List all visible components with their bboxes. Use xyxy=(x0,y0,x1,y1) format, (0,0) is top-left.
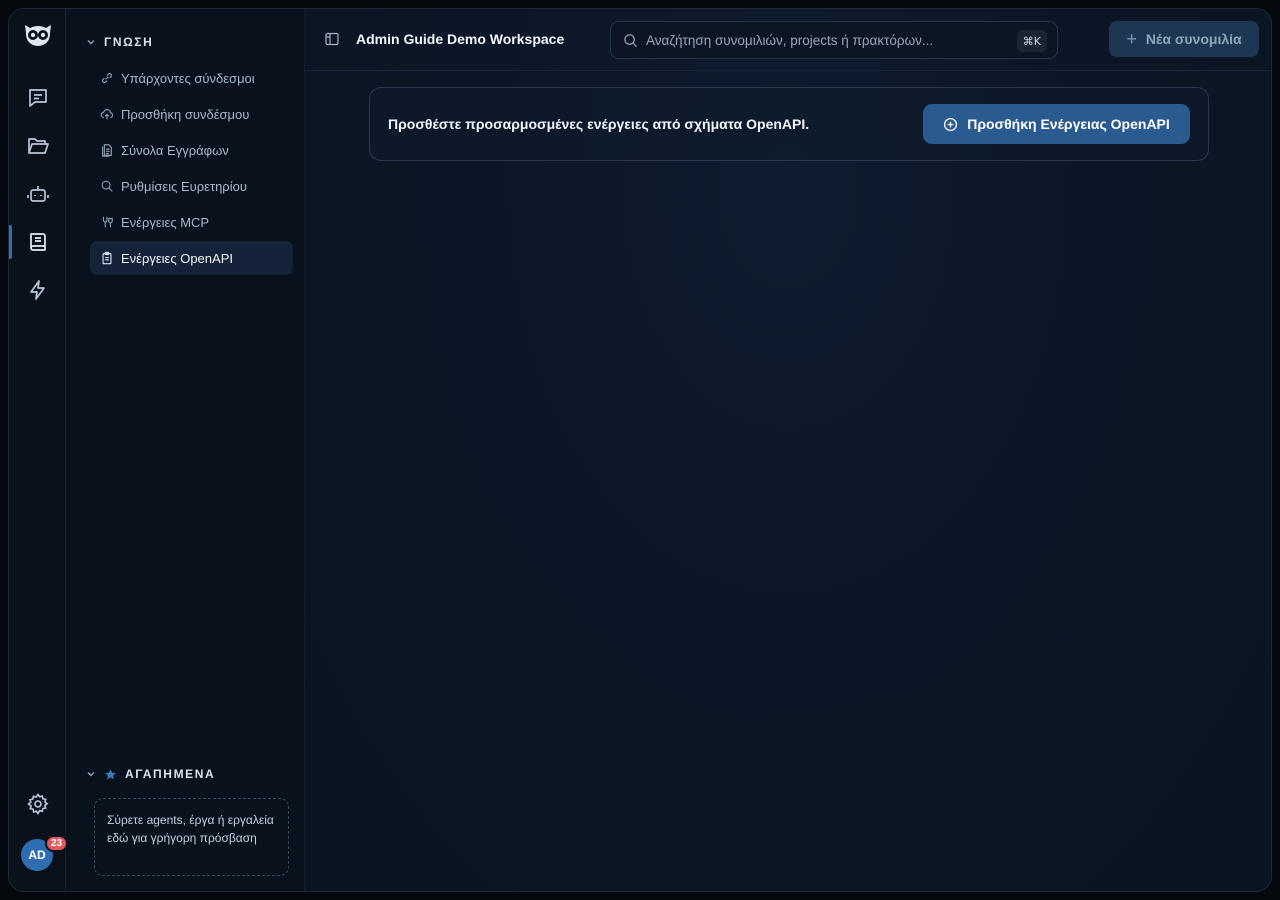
add-openapi-action-button[interactable]: Προσθήκη Ενέργειας OpenAPI xyxy=(923,104,1190,144)
clipboard-icon xyxy=(102,251,112,265)
search-icon xyxy=(624,33,638,47)
gear-icon[interactable] xyxy=(22,788,54,820)
favorites-dropzone[interactable]: Σύρετε agents, έργα ή εργαλεία εδώ για γ… xyxy=(94,798,289,876)
plus-circle-icon xyxy=(944,117,958,131)
notification-badge: 23 xyxy=(45,835,69,852)
section-header-knowledge[interactable]: ΓΝΩΣΗ xyxy=(86,35,153,49)
sidebar-item-label: Σύνολα Εγγράφων xyxy=(121,142,229,158)
star-icon xyxy=(105,768,116,779)
favorites-title: ΑΓΑΠΗΜΕΝΑ xyxy=(125,767,216,781)
sidebar-item-label: Υπάρχοντες σύνδεσμοι xyxy=(121,70,255,86)
sidebar-item-index-settings[interactable]: Ρυθμίσεις Ευρετηρίου xyxy=(90,169,293,203)
chat-bubble-icon[interactable] xyxy=(22,82,54,114)
shortcut-hint: ⌘K xyxy=(1016,30,1047,52)
lightning-icon[interactable] xyxy=(22,274,54,306)
search-bar[interactable]: ⌘K xyxy=(610,21,1058,59)
owl-logo-icon[interactable] xyxy=(22,21,54,49)
chevron-down-icon xyxy=(87,772,95,777)
chevron-down-icon xyxy=(87,40,95,45)
sidebar-toggle-icon[interactable] xyxy=(325,32,339,46)
workspace-title: Admin Guide Demo Workspace xyxy=(356,31,565,47)
sidebar-item-label: Ενέργειες MCP xyxy=(121,214,210,230)
rail-active-indicator xyxy=(9,225,12,259)
add-openapi-action-label: Προσθήκη Ενέργειας OpenAPI xyxy=(967,116,1170,132)
sidebar-item-existing-connectors[interactable]: Υπάρχοντες σύνδεσμοι xyxy=(90,61,293,95)
search-icon xyxy=(101,180,113,192)
sidebar-item-add-connector[interactable]: Προσθήκη συνδέσμου xyxy=(90,97,293,131)
plug-icon xyxy=(102,216,113,228)
openapi-actions-card: Προσθέστε προσαρμοσμένες ενέργειες από σ… xyxy=(369,87,1209,161)
sidebar-item-label: Ρυθμίσεις Ευρετηρίου xyxy=(121,178,247,194)
sidebar-item-openapi-actions[interactable]: Ενέργειες OpenAPI xyxy=(90,241,293,275)
folder-open-icon[interactable] xyxy=(22,130,54,162)
robot-icon[interactable] xyxy=(22,178,54,210)
knowledge-sidebar: ΓΝΩΣΗ Υπάρχοντες σύνδεσμοι Προσθήκη συνδ… xyxy=(66,9,305,891)
card-description: Προσθέστε προσαρμοσμένες ενέργειες από σ… xyxy=(388,116,810,132)
section-title: ΓΝΩΣΗ xyxy=(104,35,154,49)
plus-icon: + xyxy=(1126,28,1137,49)
documents-icon xyxy=(102,144,112,157)
sidebar-item-document-sets[interactable]: Σύνολα Εγγράφων xyxy=(90,133,293,167)
book-icon[interactable] xyxy=(22,226,54,258)
top-header: Admin Guide Demo Workspace ⌘K + Νέα συνο… xyxy=(305,9,1271,71)
section-header-favorites[interactable]: ΑΓΑΠΗΜΕΝΑ xyxy=(86,767,215,781)
app-window: AD 23 ΓΝΩΣΗ Υπάρχοντες σύνδεσμοι Προσθήκ… xyxy=(8,8,1272,892)
sidebar-item-label: Προσθήκη συνδέσμου xyxy=(121,106,250,122)
link-icon xyxy=(102,73,112,83)
sidebar-item-mcp-actions[interactable]: Ενέργειες MCP xyxy=(90,205,293,239)
search-input[interactable] xyxy=(646,32,1016,48)
main-content: Admin Guide Demo Workspace ⌘K + Νέα συνο… xyxy=(305,9,1271,891)
new-chat-button[interactable]: + Νέα συνομιλία xyxy=(1109,21,1259,57)
cloud-upload-icon xyxy=(100,109,114,120)
sidebar-item-label: Ενέργειες OpenAPI xyxy=(121,250,233,266)
icon-rail: AD 23 xyxy=(9,9,69,891)
new-chat-label: Νέα συνομιλία xyxy=(1145,31,1242,47)
